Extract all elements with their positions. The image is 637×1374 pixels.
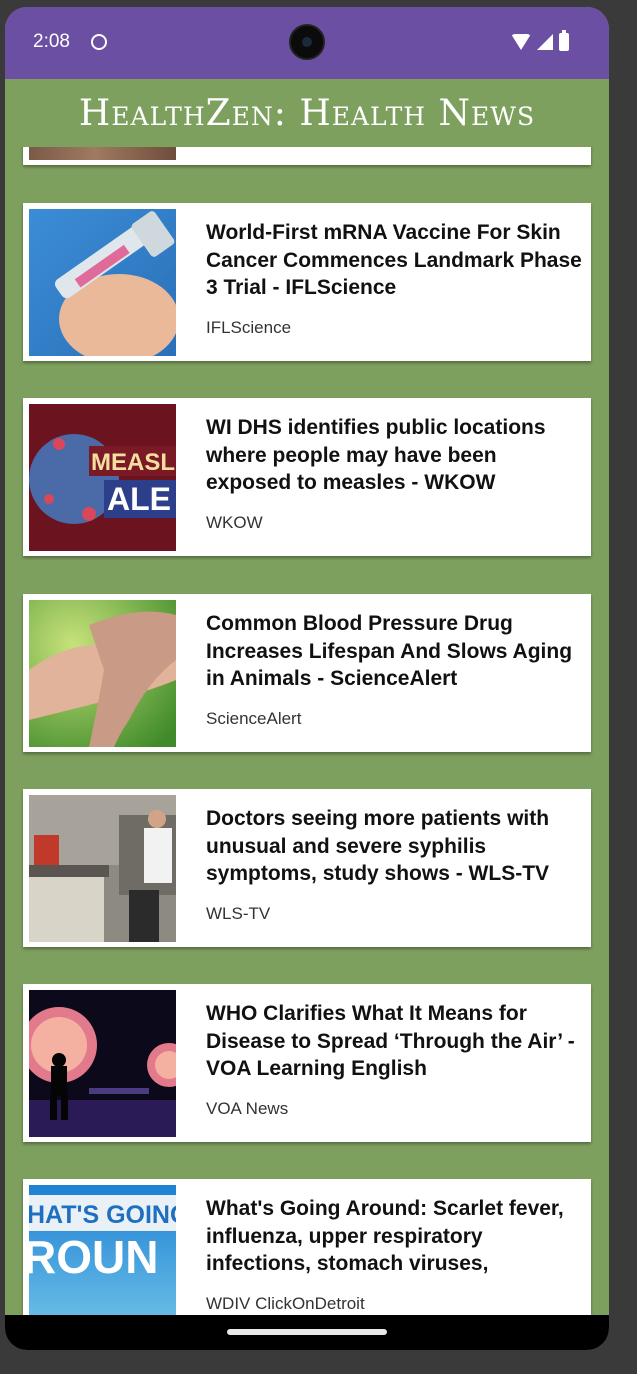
front-camera: [289, 24, 325, 60]
cell-signal-icon: [537, 34, 553, 50]
navigation-bar: [5, 1315, 609, 1350]
article-title: World-First mRNA Vaccine For Skin Cancer…: [206, 221, 582, 299]
article-title: Common Blood Pressure Drug Increases Lif…: [206, 612, 573, 690]
article-thumbnail: [29, 600, 176, 747]
app-title: HealthZen: Health News: [78, 92, 536, 134]
status-time: 2:08: [33, 31, 70, 52]
article-thumbnail: [29, 795, 176, 942]
notification-face-icon: [91, 34, 107, 50]
news-list[interactable]: World-First mRNA Vaccine For Skin Cancer…: [5, 147, 609, 1317]
battery-icon: [559, 30, 569, 51]
article-title: WHO Clarifies What It Means for Disease …: [206, 1002, 575, 1080]
article-thumbnail: [29, 147, 176, 160]
article-thumbnail: [29, 990, 176, 1137]
news-card[interactable]: WHO Clarifies What It Means for Disease …: [23, 984, 591, 1142]
article-thumbnail: HAT'S GOING ROUN: [29, 1185, 176, 1317]
article-source: ScienceAlert: [206, 709, 302, 728]
article-source: WKOW: [206, 513, 263, 532]
news-card[interactable]: World-First mRNA Vaccine For Skin Cancer…: [23, 203, 591, 361]
home-gesture-handle[interactable]: [227, 1329, 387, 1335]
svg-text:MEASL: MEASL: [91, 449, 175, 476]
news-card[interactable]: Common Blood Pressure Drug Increases Lif…: [23, 594, 591, 752]
news-card[interactable]: Doctors seeing more patients with unusua…: [23, 789, 591, 947]
app-bar: HealthZen: Health News: [5, 79, 609, 147]
system-icons: [511, 30, 569, 51]
article-source: VOA News: [206, 1099, 289, 1118]
article-source: IFLScience: [206, 318, 292, 337]
article-source: WDIV ClickOnDetroit: [206, 1294, 365, 1313]
svg-text:ROUN: ROUN: [29, 1231, 158, 1283]
wifi-icon: [511, 34, 531, 50]
article-source: WLS-TV: [206, 904, 271, 923]
status-bar: 2:08: [5, 7, 609, 79]
svg-text:HAT'S GOING: HAT'S GOING: [29, 1201, 176, 1229]
news-card[interactable]: HAT'S GOING ROUN What's Going Around: Sc…: [23, 1179, 591, 1317]
article-thumbnail: MEASL ALE: [29, 404, 176, 551]
article-title: What's Going Around: Scarlet fever, infl…: [206, 1197, 564, 1275]
article-title: WI DHS identifies public locations where…: [206, 416, 546, 494]
phone-screen: 2:08 HealthZen: Health News World-First …: [5, 7, 609, 1350]
svg-text:ALE: ALE: [107, 481, 171, 517]
news-card[interactable]: [23, 147, 591, 165]
news-card[interactable]: MEASL ALE WI DHS identifies public locat…: [23, 398, 591, 556]
article-title: Doctors seeing more patients with unusua…: [206, 807, 550, 885]
article-thumbnail: [29, 209, 176, 356]
